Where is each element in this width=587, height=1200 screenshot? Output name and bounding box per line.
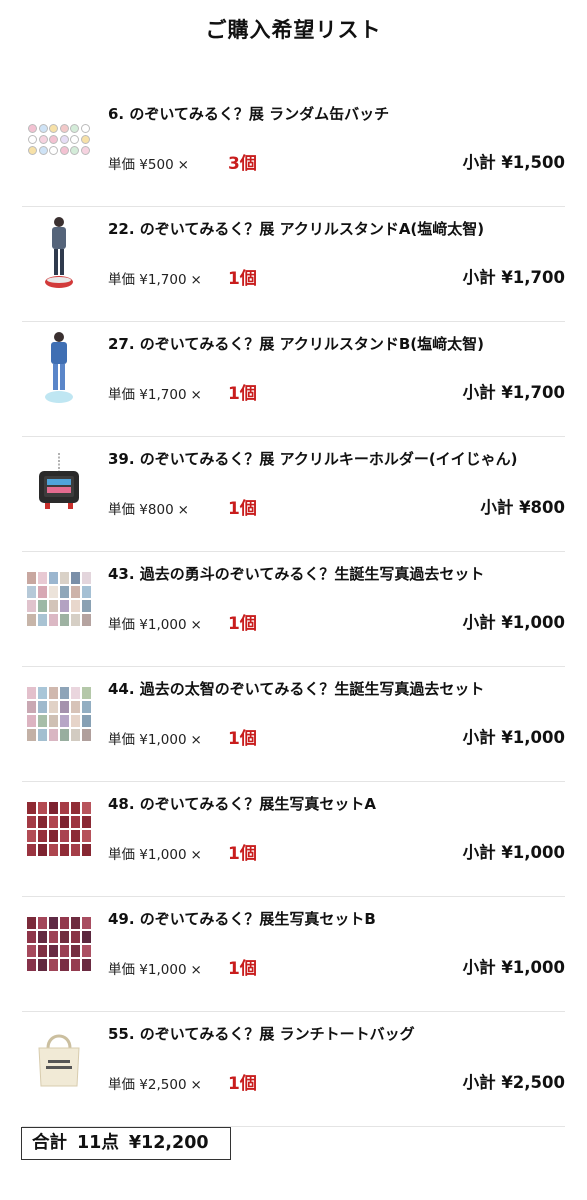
list-item: 49. のぞいてみるく？展生写真セットB 単価 ¥1,000 × 1個 小計 ¥1… [22, 898, 565, 1012]
unit-price: 単価 ¥1,700 × [108, 272, 202, 288]
item-name: 49. のぞいてみるく？展生写真セットB [108, 910, 376, 928]
list-item: 44. 過去の太智のぞいてみるく？生誕生写真過去セット 単価 ¥1,000 × 1… [22, 668, 565, 782]
page-title: ご購入希望リスト [205, 18, 382, 42]
list-item: 22. のぞいてみるく？展 アクリルスタンドA(塩﨑太智) 単価 ¥1,700 ×… [22, 208, 565, 322]
photo-grid-icon [25, 903, 93, 985]
item-subtotal: 小計 ¥1,700 [462, 383, 565, 402]
item-subtotal: 小計 ¥1,000 [462, 728, 565, 747]
unit-price: 単価 ¥2,500 × [108, 1077, 202, 1093]
total-label: 合計 [32, 1133, 67, 1153]
item-name: 48. のぞいてみるく？展生写真セットA [108, 795, 376, 813]
unit-price: 単価 ¥1,000 × [108, 617, 202, 633]
item-name: 55. のぞいてみるく？展 ランチトートバッグ [108, 1025, 415, 1043]
photo-set-icon [25, 558, 93, 640]
item-subtotal: 小計 ¥1,500 [462, 153, 565, 172]
tv-keychain-icon [25, 443, 93, 525]
list-item: 27. のぞいてみるく？展 アクリルスタンドB(塩﨑太智) 単価 ¥1,700 ×… [22, 323, 565, 437]
list-item: 6. のぞいてみるく？展 ランダム缶バッチ 単価 ¥500 × 3個 小計 ¥1,… [22, 93, 565, 207]
item-name: 44. 過去の太智のぞいてみるく？生誕生写真過去セット [108, 680, 485, 698]
item-subtotal: 小計 ¥1,000 [462, 613, 565, 632]
photo-grid-icon [25, 788, 93, 870]
unit-price: 単価 ¥1,000 × [108, 847, 202, 863]
total-amount: ¥12,200 [128, 1133, 209, 1153]
photo-set-icon [25, 673, 93, 755]
item-quantity: 1個 [228, 614, 257, 634]
acrylic-stand-icon [25, 328, 93, 410]
item-quantity: 1個 [228, 844, 257, 864]
list-item: 43. 過去の勇斗のぞいてみるく？生誕生写真過去セット 単価 ¥1,000 × 1… [22, 553, 565, 667]
item-quantity: 1個 [228, 384, 257, 404]
tote-bag-icon [25, 1018, 93, 1100]
item-subtotal: 小計 ¥1,000 [462, 958, 565, 977]
item-name: 22. のぞいてみるく？展 アクリルスタンドA(塩﨑太智) [108, 220, 485, 238]
purchase-list: 6. のぞいてみるく？展 ランダム缶バッチ 単価 ¥500 × 3個 小計 ¥1,… [22, 93, 565, 1128]
item-name: 27. のぞいてみるく？展 アクリルスタンドB(塩﨑太智) [108, 335, 484, 353]
item-quantity: 1個 [228, 499, 257, 519]
badge-set-icon [25, 98, 93, 180]
list-item: 48. のぞいてみるく？展生写真セットA 単価 ¥1,000 × 1個 小計 ¥1… [22, 783, 565, 897]
item-subtotal: 小計 ¥2,500 [462, 1073, 565, 1092]
item-subtotal: 小計 ¥800 [480, 498, 565, 517]
item-name: 6. のぞいてみるく？展 ランダム缶バッチ [108, 105, 390, 123]
item-quantity: 1個 [228, 269, 257, 289]
unit-price: 単価 ¥1,000 × [108, 962, 202, 978]
unit-price: 単価 ¥1,000 × [108, 732, 202, 748]
item-name: 43. 過去の勇斗のぞいてみるく？生誕生写真過去セット [108, 565, 485, 583]
item-quantity: 1個 [228, 729, 257, 749]
unit-price: 単価 ¥1,700 × [108, 387, 202, 403]
item-subtotal: 小計 ¥1,700 [462, 268, 565, 287]
item-quantity: 3個 [228, 154, 257, 174]
list-item: 39. のぞいてみるく？展 アクリルキーホルダー(イイじゃん) 単価 ¥800 ×… [22, 438, 565, 552]
total-count: 11点 [77, 1133, 119, 1153]
list-item: 55. のぞいてみるく？展 ランチトートバッグ 単価 ¥2,500 × 1個 小計… [22, 1013, 565, 1127]
total-summary: 合計 11点 ¥12,200 [21, 1127, 231, 1160]
acrylic-stand-icon [25, 213, 93, 295]
item-quantity: 1個 [228, 1074, 257, 1094]
item-name: 39. のぞいてみるく？展 アクリルキーホルダー(イイじゃん) [108, 450, 518, 468]
item-subtotal: 小計 ¥1,000 [462, 843, 565, 862]
item-quantity: 1個 [228, 959, 257, 979]
unit-price: 単価 ¥500 × [108, 157, 189, 173]
unit-price: 単価 ¥800 × [108, 502, 189, 518]
